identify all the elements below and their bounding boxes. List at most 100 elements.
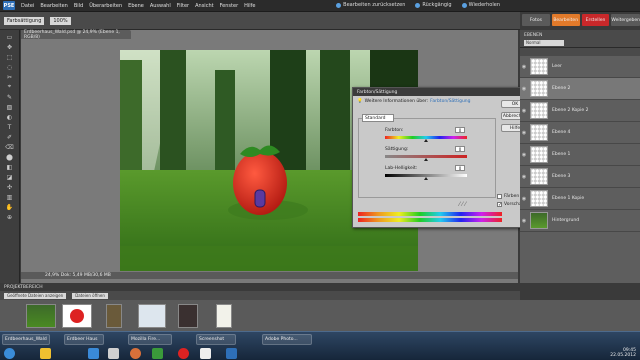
colorize-checkbox[interactable]: Färben — [497, 194, 519, 199]
hue-thumb[interactable] — [424, 139, 428, 142]
menu-fenster[interactable]: Fenster — [220, 3, 239, 9]
layer-name: Ebene 4 — [552, 130, 571, 135]
tab-bearbeiten[interactable]: Bearbeiten — [551, 14, 580, 26]
tool-2-icon[interactable]: ⬚ — [5, 53, 15, 61]
edit-select[interactable]: Standard — [362, 114, 394, 122]
visibility-eye-icon[interactable]: ◉ — [520, 152, 528, 158]
saturation-thumb[interactable] — [424, 158, 428, 161]
bin-thumb-strawberry[interactable] — [62, 304, 92, 328]
ie-icon[interactable] — [88, 348, 99, 359]
undo-button[interactable]: Rückgängig — [415, 2, 452, 8]
tab-weitergeben[interactable]: Weitergeben — [611, 14, 640, 26]
media-icon[interactable] — [108, 348, 119, 359]
visibility-eye-icon[interactable]: ◉ — [520, 86, 528, 92]
tool-15-icon[interactable]: ✣ — [5, 183, 15, 191]
menu-ebene[interactable]: Ebene — [128, 3, 144, 9]
visibility-eye-icon[interactable]: ◉ — [520, 108, 528, 114]
tool-16-icon[interactable]: ▥ — [5, 193, 15, 201]
tool-12-icon[interactable]: ⬤ — [5, 153, 15, 161]
layer-thumbnail — [530, 190, 548, 207]
tool-3-icon[interactable]: ◌ — [5, 63, 15, 71]
task-item-1[interactable]: Erdbeerhaus_Wald — [2, 334, 50, 345]
color-bar-top — [358, 212, 502, 216]
bin-open-files-select[interactable]: Dateien öffnen — [72, 292, 108, 299]
tool-9-icon[interactable]: T — [5, 123, 15, 131]
tool-1-icon[interactable]: ✥ — [5, 43, 15, 51]
lightness-thumb[interactable] — [424, 177, 428, 180]
blend-mode-select[interactable]: Normal — [524, 40, 564, 46]
redo-button[interactable]: Wiederholen — [461, 2, 500, 8]
document-tab[interactable]: Erdbeerhaus_Wald.psd @ 24,9% (Ebene 1, R… — [21, 30, 131, 40]
bin-show-open-select[interactable]: Geöffnete Dateien anzeigen — [4, 292, 67, 299]
photoshop-icon[interactable] — [226, 348, 237, 359]
start-orb-icon[interactable] — [4, 348, 15, 359]
reset-edit-button[interactable]: Bearbeiten zurücksetzen — [336, 2, 405, 8]
task-item-3[interactable]: Mozilla Fire... — [128, 334, 172, 345]
task-item-5[interactable]: Adobe Photo... — [262, 334, 312, 345]
tool-0-icon[interactable]: ▭ — [5, 33, 15, 41]
task-item-4[interactable]: Screenshot — [196, 334, 236, 345]
bin-thumb-doc[interactable] — [216, 304, 232, 328]
opera-icon[interactable] — [178, 348, 189, 359]
tool-7-icon[interactable]: ▧ — [5, 103, 15, 111]
windows-taskbar: Erdbeerhaus_Wald Erdbeer Haus Mozilla Fi… — [0, 331, 640, 360]
menu-hilfe[interactable]: Hilfe — [244, 3, 255, 9]
layer-row[interactable]: ◉ Ebene 1 — [520, 144, 640, 166]
layer-row[interactable]: ◉ Hintergrund — [520, 210, 640, 232]
visibility-eye-icon[interactable]: ◉ — [520, 174, 528, 180]
menu-ueberarbeiten[interactable]: Überarbeiten — [89, 3, 122, 9]
visibility-eye-icon[interactable]: ◉ — [520, 218, 528, 224]
explorer-icon[interactable] — [40, 348, 51, 359]
tool-8-icon[interactable]: ◐ — [5, 113, 15, 121]
app-logo: PSE — [3, 1, 15, 10]
menu-auswahl[interactable]: Auswahl — [150, 3, 171, 9]
app-icon[interactable] — [152, 348, 163, 359]
tool-18-icon[interactable]: ⊕ — [5, 213, 15, 221]
menu-bearbeiten[interactable]: Bearbeiten — [40, 3, 67, 9]
menu-datei[interactable]: Datei — [21, 3, 34, 9]
bin-thumb-forest[interactable] — [26, 304, 56, 328]
task-item-2[interactable]: Erdbeer Haus — [64, 334, 104, 345]
layers-toolbar — [520, 48, 640, 56]
layer-row[interactable]: ◉ Ebene 2 Kopie 2 — [520, 100, 640, 122]
saturation-value[interactable]: 0 — [455, 146, 465, 152]
firefox-icon[interactable] — [130, 348, 141, 359]
help-link[interactable]: Farbton/Sättigung — [430, 99, 470, 104]
bin-thumb-door[interactable] — [106, 304, 122, 328]
tool-4-icon[interactable]: ✂ — [5, 73, 15, 81]
tool-10-icon[interactable]: ✐ — [5, 133, 15, 141]
bin-thumb-figure[interactable] — [178, 304, 198, 328]
tool-13-icon[interactable]: ◧ — [5, 163, 15, 171]
menu-bild[interactable]: Bild — [74, 3, 83, 9]
tool-11-icon[interactable]: ⌫ — [5, 143, 15, 151]
clock[interactable]: 09:45 22.05.2012 — [610, 348, 636, 358]
options-amount-field[interactable]: 100% — [50, 16, 71, 25]
layer-row[interactable]: ◉ Ebene 2 — [520, 78, 640, 100]
mode-tabs: Fotos Bearbeiten Erstellen Weitergeben — [522, 14, 640, 28]
layer-row[interactable]: ◉ Ebene 4 — [520, 122, 640, 144]
tab-erstellen[interactable]: Erstellen — [581, 14, 610, 26]
doc-icon[interactable] — [200, 348, 211, 359]
menu-filter[interactable]: Filter — [177, 3, 189, 9]
visibility-eye-icon[interactable]: ◉ — [520, 64, 528, 70]
layer-row[interactable]: ◉ Ebene 1 Kopie — [520, 188, 640, 210]
info-bulb-icon: 💡 — [357, 99, 363, 104]
bin-thumb-people[interactable] — [138, 304, 166, 328]
dialog-info: 💡 Weitere Informationen über: Farbton/Sä… — [357, 99, 471, 104]
visibility-eye-icon[interactable]: ◉ — [520, 130, 528, 136]
menu-ansicht[interactable]: Ansicht — [195, 3, 213, 9]
tab-fotos[interactable]: Fotos — [522, 14, 550, 26]
tool-14-icon[interactable]: ◪ — [5, 173, 15, 181]
lightness-value[interactable]: 0 — [455, 165, 465, 171]
hue-value[interactable]: 0 — [455, 127, 465, 133]
eyedropper-icons[interactable]: ⁄ ⁄ ⁄ — [459, 201, 466, 208]
visibility-eye-icon[interactable]: ◉ — [520, 196, 528, 202]
layer-row[interactable]: ◉ Leer — [520, 56, 640, 78]
layer-name: Ebene 1 Kopie — [552, 196, 585, 201]
tool-17-icon[interactable]: ✋ — [5, 203, 15, 211]
tool-5-icon[interactable]: ⌖ — [5, 83, 15, 91]
options-mode-field[interactable]: Farbsättigung — [4, 16, 45, 25]
layer-row[interactable]: ◉ Ebene 3 — [520, 166, 640, 188]
saturation-label: Sättigung: — [385, 147, 409, 152]
tool-6-icon[interactable]: ✎ — [5, 93, 15, 101]
